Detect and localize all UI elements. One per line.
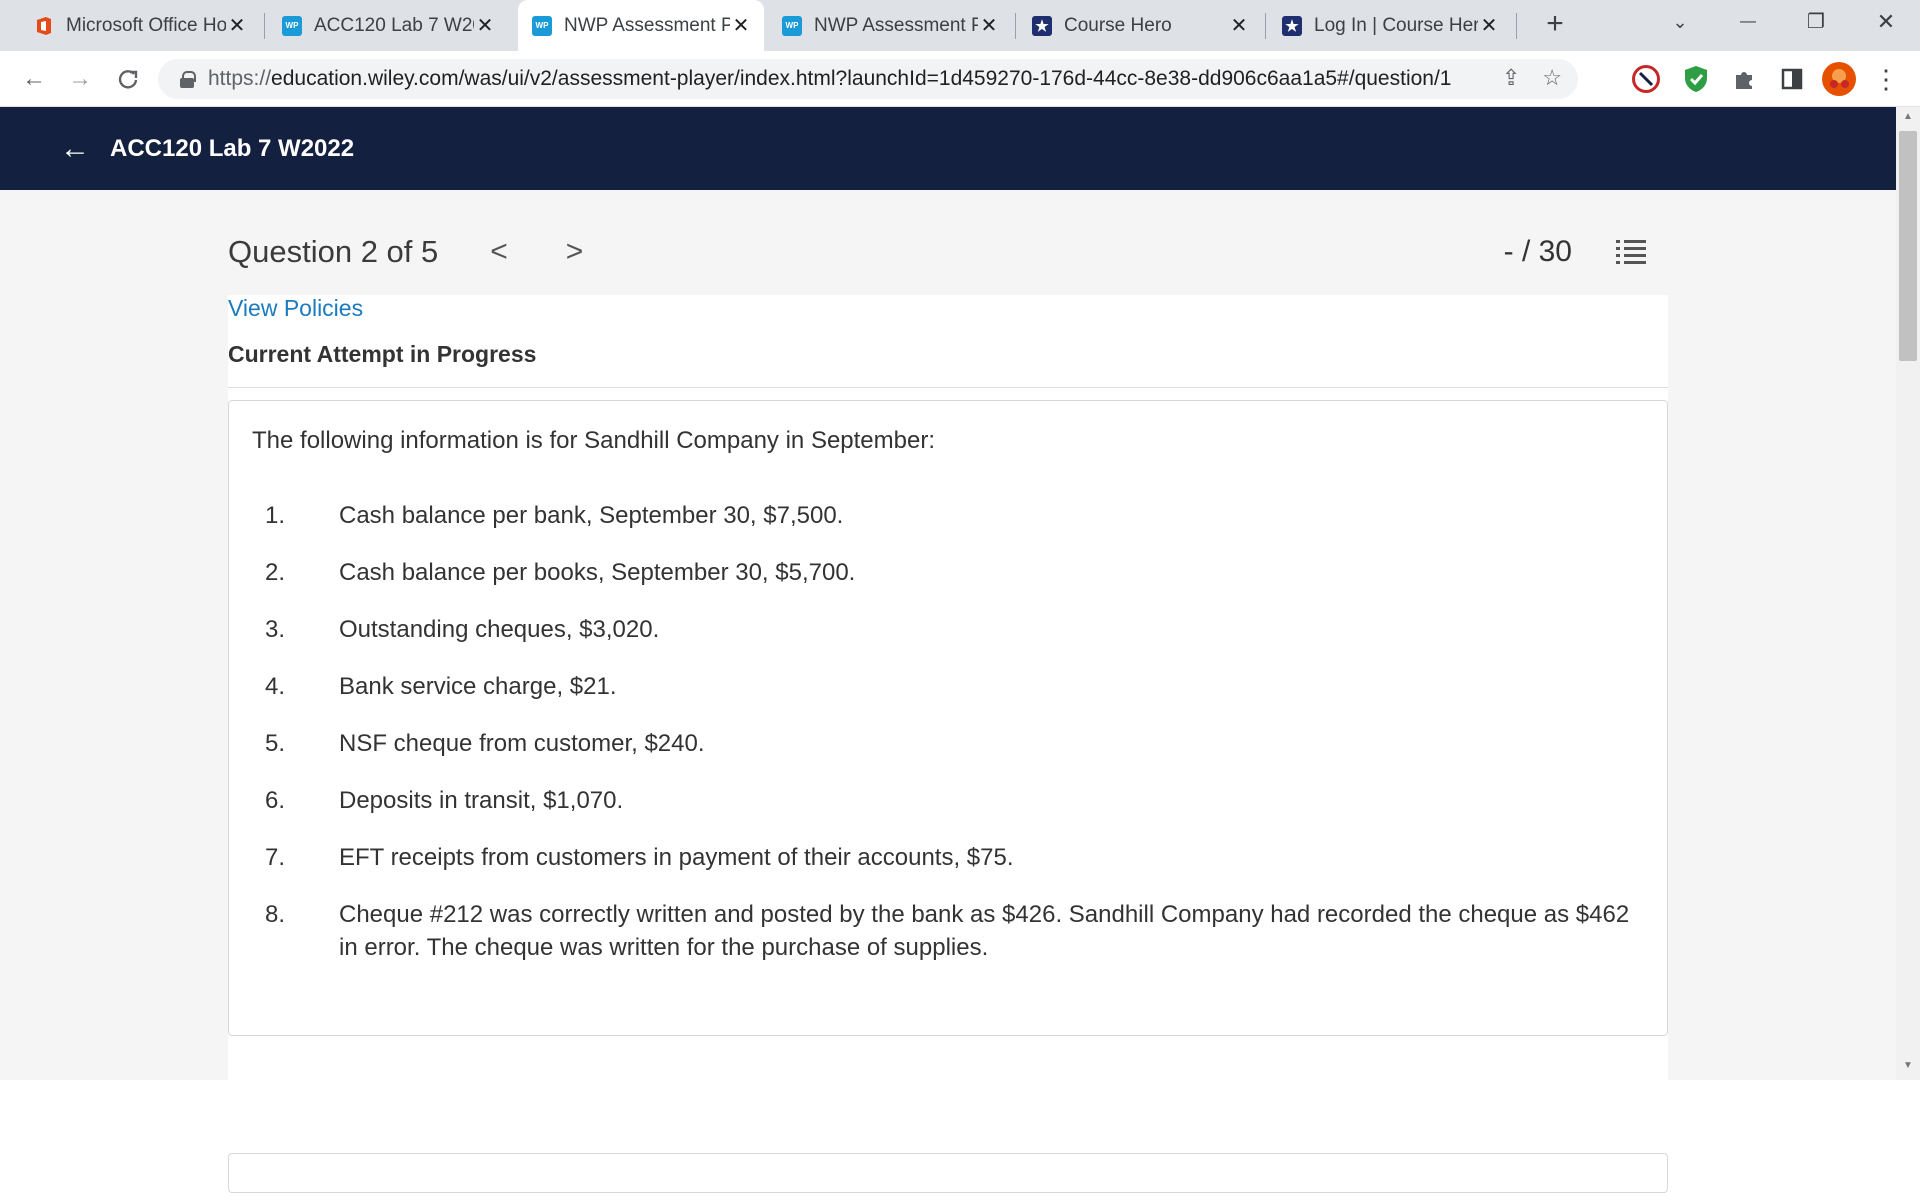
question-list-icon[interactable] (1616, 238, 1646, 266)
tab-separator (1265, 13, 1266, 39)
tab-title: NWP Assessment P (814, 14, 978, 36)
item-text: EFT receipts from customers in payment o… (339, 844, 1014, 871)
tab-title: Microsoft Office Ho (66, 14, 226, 36)
extensions-puzzle-icon[interactable] (1728, 63, 1760, 95)
block-extension-icon[interactable] (1632, 65, 1660, 93)
back-button[interactable]: ← (16, 61, 52, 97)
list-item: 1. Cash balance per bank, September 30, … (252, 499, 1642, 532)
close-icon[interactable]: ✕ (226, 13, 248, 38)
question-score: - / 30 (1503, 235, 1572, 268)
list-item: 4. Bank service charge, $21. (252, 670, 1642, 703)
list-item: 7. EFT receipts from customers in paymen… (252, 841, 1642, 874)
question-body: The following information is for Sandhil… (228, 400, 1668, 1036)
next-section-box (228, 1153, 1668, 1193)
browser-menu-icon[interactable]: ⋮ (1868, 61, 1904, 97)
tab-title: NWP Assessment P (564, 14, 730, 36)
tab-nwp-assessment[interactable]: WP NWP Assessment P ✕ (768, 0, 1012, 51)
scroll-up-arrow-icon[interactable]: ▲ (1896, 111, 1920, 131)
attempt-status: Current Attempt in Progress (228, 341, 537, 367)
list-item: 5. NSF cheque from customer, $240. (252, 727, 1642, 760)
close-icon[interactable]: ✕ (730, 13, 752, 38)
coursehero-icon: ★ (1282, 15, 1302, 36)
previous-question-button[interactable]: < (490, 235, 508, 269)
item-text: Cheque #212 was correctly written and po… (339, 901, 1630, 961)
browser-toolbar: ← → https://education.wiley.com/was/ui/v… (0, 51, 1920, 107)
side-panel-icon[interactable] (1776, 63, 1808, 95)
question-intro: The following information is for Sandhil… (252, 427, 936, 454)
new-tab-button[interactable]: + (1536, 6, 1574, 44)
scroll-down-arrow-icon[interactable]: ▼ (1896, 1060, 1920, 1080)
item-number: 5. (265, 730, 286, 757)
list-item: 6. Deposits in transit, $1,070. (252, 784, 1642, 817)
item-number: 1. (265, 502, 286, 529)
item-text: Cash balance per bank, September 30, $7,… (339, 502, 844, 529)
bookmark-star-icon[interactable]: ☆ (1542, 65, 1562, 91)
item-text: Outstanding cheques, $3,020. (339, 616, 660, 643)
address-bar[interactable]: https://education.wiley.com/was/ui/v2/as… (158, 59, 1578, 99)
profile-avatar[interactable] (1822, 62, 1856, 96)
assignment-title: ACC120 Lab 7 W2022 (110, 134, 355, 162)
page-scrollbar[interactable]: ▲ ▼ (1896, 107, 1920, 1080)
tab-course-hero[interactable]: ★ Course Hero ✕ (1018, 0, 1262, 51)
reload-icon (118, 70, 138, 89)
next-question-button[interactable]: > (566, 235, 584, 269)
list-item: 2. Cash balance per books, September 30,… (252, 556, 1642, 589)
tab-acc120-lab[interactable]: WP ACC120 Lab 7 W20 ✕ (268, 0, 508, 51)
tab-separator (1015, 13, 1016, 39)
tab-separator (264, 13, 265, 39)
restore-button[interactable]: ❐ (1786, 0, 1846, 44)
close-icon[interactable]: ✕ (1228, 13, 1250, 38)
url-actions: ⇪ ☆ (1502, 65, 1562, 91)
back-arrow-icon[interactable]: ← (60, 133, 90, 164)
question-card: View Policies Current Attempt in Progres… (228, 295, 1668, 1193)
item-text: Cash balance per books, September 30, $5… (339, 559, 856, 586)
wp-icon: WP (532, 15, 552, 36)
tab-search-dropdown-icon[interactable]: ⌄ (1650, 0, 1710, 44)
item-number: 6. (265, 787, 286, 814)
app-header: ← ACC120 Lab 7 W2022 (0, 107, 1896, 190)
lock-icon (180, 71, 196, 88)
divider (228, 387, 1668, 388)
question-counter: Question 2 of 5 (228, 234, 439, 269)
window-close-button[interactable]: ✕ (1856, 0, 1916, 44)
information-list: 1. Cash balance per bank, September 30, … (252, 499, 1642, 988)
tab-title: Course Hero (1064, 14, 1172, 36)
shield-extension-icon[interactable] (1680, 63, 1712, 95)
item-number: 4. (265, 673, 286, 700)
item-number: 3. (265, 616, 286, 643)
browser-tab-strip: Microsoft Office Ho ✕ WP ACC120 Lab 7 W2… (0, 0, 1920, 51)
item-text: Deposits in transit, $1,070. (339, 787, 624, 814)
tab-nwp-assessment-active[interactable]: WP NWP Assessment P ✕ (518, 0, 764, 51)
close-icon[interactable]: ✕ (474, 13, 496, 38)
view-policies-link[interactable]: View Policies (228, 295, 363, 322)
close-icon[interactable]: ✕ (978, 13, 1000, 38)
tab-title: ACC120 Lab 7 W20 (314, 14, 474, 36)
item-text: NSF cheque from customer, $240. (339, 730, 705, 757)
close-icon[interactable]: ✕ (1478, 13, 1500, 38)
list-item: 3. Outstanding cheques, $3,020. (252, 613, 1642, 646)
forward-button[interactable]: → (62, 61, 98, 97)
reload-button[interactable] (110, 61, 146, 97)
minimize-button[interactable]: — (1718, 0, 1778, 44)
scrollbar-thumb[interactable] (1899, 131, 1917, 361)
question-navigation-bar: Question 2 of 5 < > - / 30 (228, 222, 1668, 282)
tab-course-hero-login[interactable]: ★ Log In | Course Her ✕ (1268, 0, 1512, 51)
assessment-content: Question 2 of 5 < > - / 30 View Policies… (0, 190, 1896, 1193)
item-number: 2. (265, 559, 286, 586)
url-text[interactable]: https://education.wiley.com/was/ui/v2/as… (208, 67, 1451, 91)
tab-separator (1516, 13, 1517, 39)
list-item: 8. Cheque #212 was correctly written and… (252, 898, 1642, 964)
office-icon (34, 16, 54, 36)
wp-icon: WP (782, 15, 802, 36)
share-icon[interactable]: ⇪ (1502, 65, 1520, 91)
item-number: 7. (265, 844, 286, 871)
item-number: 8. (265, 901, 286, 928)
tab-title: Log In | Course Her (1314, 14, 1478, 36)
tab-microsoft-office[interactable]: Microsoft Office Ho ✕ (20, 0, 260, 51)
item-text: Bank service charge, $21. (339, 673, 617, 700)
wp-icon: WP (282, 15, 302, 36)
coursehero-icon: ★ (1032, 15, 1052, 36)
